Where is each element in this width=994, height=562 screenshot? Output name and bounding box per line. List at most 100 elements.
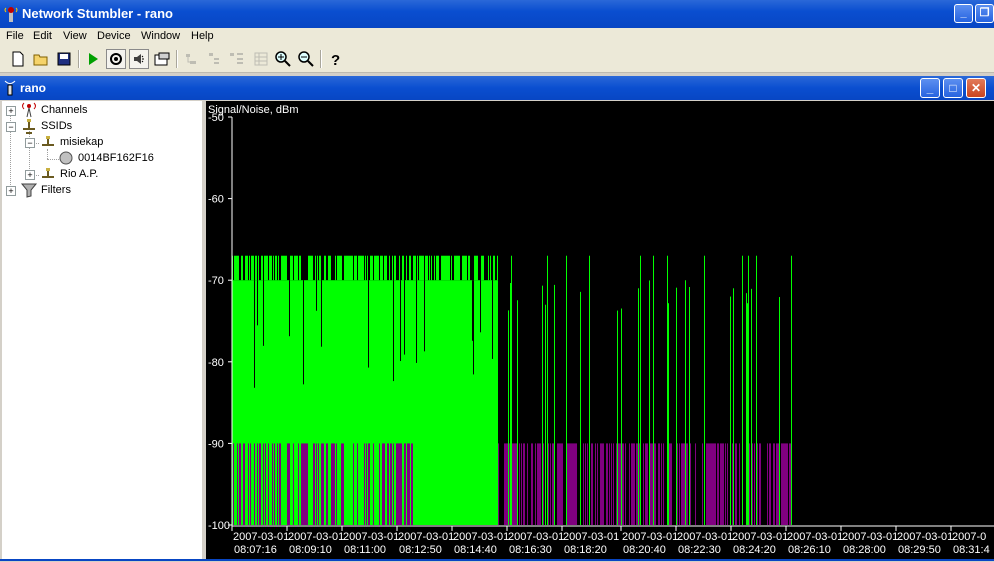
noise-bar — [717, 443, 718, 525]
menu-view[interactable]: View — [63, 30, 87, 42]
signal-bar — [382, 255, 383, 281]
signal-bar — [273, 255, 274, 281]
noise-bar — [259, 443, 260, 525]
expand-rio-toggle[interactable]: + — [25, 170, 35, 180]
noise-bar — [603, 443, 604, 525]
noise-bar — [322, 443, 323, 525]
noise-bar — [559, 443, 560, 525]
tree-item-ssid-misiekap[interactable]: misiekap — [39, 134, 103, 150]
signal-gap — [321, 280, 322, 347]
noise-bar — [289, 443, 290, 525]
noise-bar — [781, 443, 782, 525]
tree-view-button-3[interactable] — [227, 49, 247, 69]
noise-bar — [622, 443, 623, 525]
signal-bar — [282, 255, 283, 281]
properties-icon — [154, 52, 170, 66]
noise-bar — [250, 443, 251, 525]
menu-help[interactable]: Help — [191, 30, 214, 42]
signal-bar — [384, 255, 385, 281]
expand-channels-toggle[interactable]: + — [6, 106, 16, 116]
noise-bar — [782, 443, 783, 525]
tree-view-button-2[interactable] — [204, 49, 224, 69]
start-scan-button[interactable] — [83, 49, 103, 69]
scan-options-button[interactable] — [106, 49, 126, 69]
zoom-in-button[interactable] — [273, 49, 293, 69]
noise-bar — [735, 443, 736, 525]
tree-item-filters[interactable]: Filters — [20, 182, 71, 198]
signal-bar — [483, 255, 484, 281]
new-icon — [12, 51, 24, 67]
menu-edit[interactable]: Edit — [33, 30, 52, 42]
tree-item-channels[interactable]: Channels — [20, 102, 87, 118]
signal-bar — [422, 255, 423, 281]
signal-bar — [490, 255, 491, 281]
signal-noise-chart: Signal/Noise, dBm -50 -60 -70 -80 -90 -100 200… — [206, 101, 994, 559]
open-button[interactable] — [31, 49, 51, 69]
noise-bar — [679, 443, 680, 525]
y-tick-label: -70 — [208, 275, 224, 287]
signal-bar — [325, 255, 326, 281]
signal-bar — [291, 255, 292, 281]
noise-bar — [498, 443, 499, 525]
collapse-ssids-toggle[interactable]: − — [6, 122, 16, 132]
menu-window[interactable]: Window — [141, 30, 180, 42]
child-maximize-button[interactable]: □ — [943, 78, 963, 98]
menu-device[interactable]: Device — [97, 30, 131, 42]
noise-bar — [713, 443, 714, 525]
child-close-button[interactable]: ✕ — [966, 78, 986, 98]
noise-bar — [710, 443, 711, 525]
signal-bar — [413, 255, 414, 281]
signal-bar — [444, 255, 445, 281]
tree-view[interactable]: + Channels − SSIDs − misiekap 0014BF162F… — [2, 101, 205, 559]
toolbar: ? — [0, 46, 994, 73]
noise-bar — [708, 443, 709, 525]
zoom-out-button[interactable] — [296, 49, 316, 69]
x-tick-date: 2007-03-01 — [732, 531, 788, 543]
signal-bar — [234, 255, 235, 281]
signal-bar — [746, 293, 747, 525]
properties-button[interactable] — [152, 49, 172, 69]
restore-button[interactable]: ❐ — [975, 4, 994, 23]
collapse-misiekap-toggle[interactable]: − — [25, 138, 35, 148]
noise-bar — [651, 443, 652, 525]
signal-bar — [351, 255, 352, 281]
sound-button[interactable] — [129, 49, 149, 69]
signal-bar — [339, 255, 340, 281]
new-button[interactable] — [8, 49, 28, 69]
noise-bar — [334, 443, 335, 525]
signal-bar — [265, 255, 266, 281]
minimize-button[interactable]: _ — [954, 4, 973, 23]
tree-item-ssid-rio[interactable]: Rio A.P. — [39, 166, 98, 182]
noise-bar — [757, 443, 758, 525]
tree-item-ssids[interactable]: SSIDs — [20, 118, 72, 134]
signal-bar — [292, 255, 293, 281]
noise-bar — [715, 443, 716, 525]
signal-bar — [434, 255, 435, 281]
noise-bar — [618, 443, 619, 525]
noise-bar — [239, 443, 240, 525]
noise-bar — [613, 443, 614, 525]
noise-bar — [560, 443, 561, 525]
signal-bar — [437, 255, 438, 281]
noise-bar — [298, 443, 299, 525]
child-minimize-button[interactable]: _ — [920, 78, 940, 98]
list-view-button[interactable] — [251, 49, 271, 69]
help-button[interactable]: ? — [325, 49, 345, 69]
noise-bar — [274, 443, 275, 525]
tree-view-button-1[interactable] — [181, 49, 201, 69]
noise-bar — [677, 443, 678, 525]
menu-file[interactable]: File — [6, 30, 24, 42]
save-button[interactable] — [54, 49, 74, 69]
signal-bar — [547, 255, 548, 525]
signal-bar — [494, 255, 495, 281]
noise-bar — [654, 443, 655, 525]
noise-bar — [272, 443, 273, 525]
noise-bar — [655, 443, 656, 525]
tree-item-mac[interactable]: 0014BF162F16 — [58, 150, 154, 166]
signal-bar — [554, 284, 555, 525]
noise-bar — [336, 443, 337, 525]
expand-filters-toggle[interactable]: + — [6, 186, 16, 196]
noise-bar — [331, 443, 332, 525]
signal-bar — [295, 255, 296, 281]
signal-gap — [416, 280, 417, 363]
